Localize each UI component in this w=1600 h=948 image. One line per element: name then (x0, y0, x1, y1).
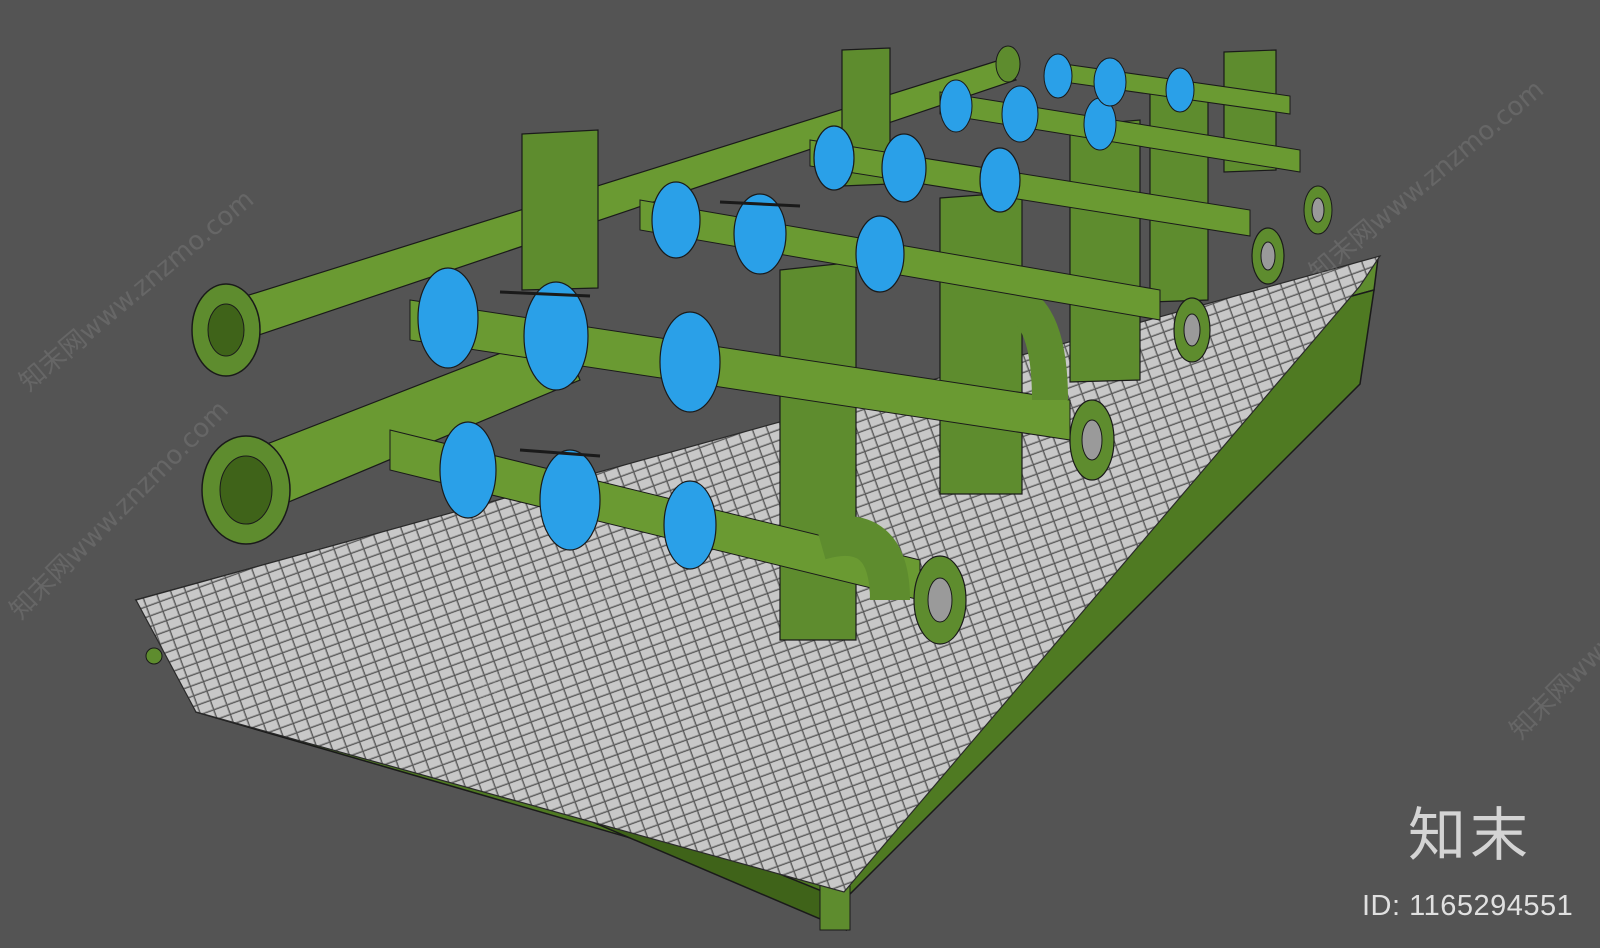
model-id-label: ID: 1165294551 (1362, 890, 1574, 922)
pipe-skid-3d-model[interactable] (0, 0, 1600, 948)
model-viewport[interactable]: 知末网www.znzmo.com 知末网www.znzmo.com 知末网www… (0, 0, 1600, 948)
brand-logo: 知末 (1408, 801, 1533, 869)
upper-header-pipe (191, 45, 1021, 377)
